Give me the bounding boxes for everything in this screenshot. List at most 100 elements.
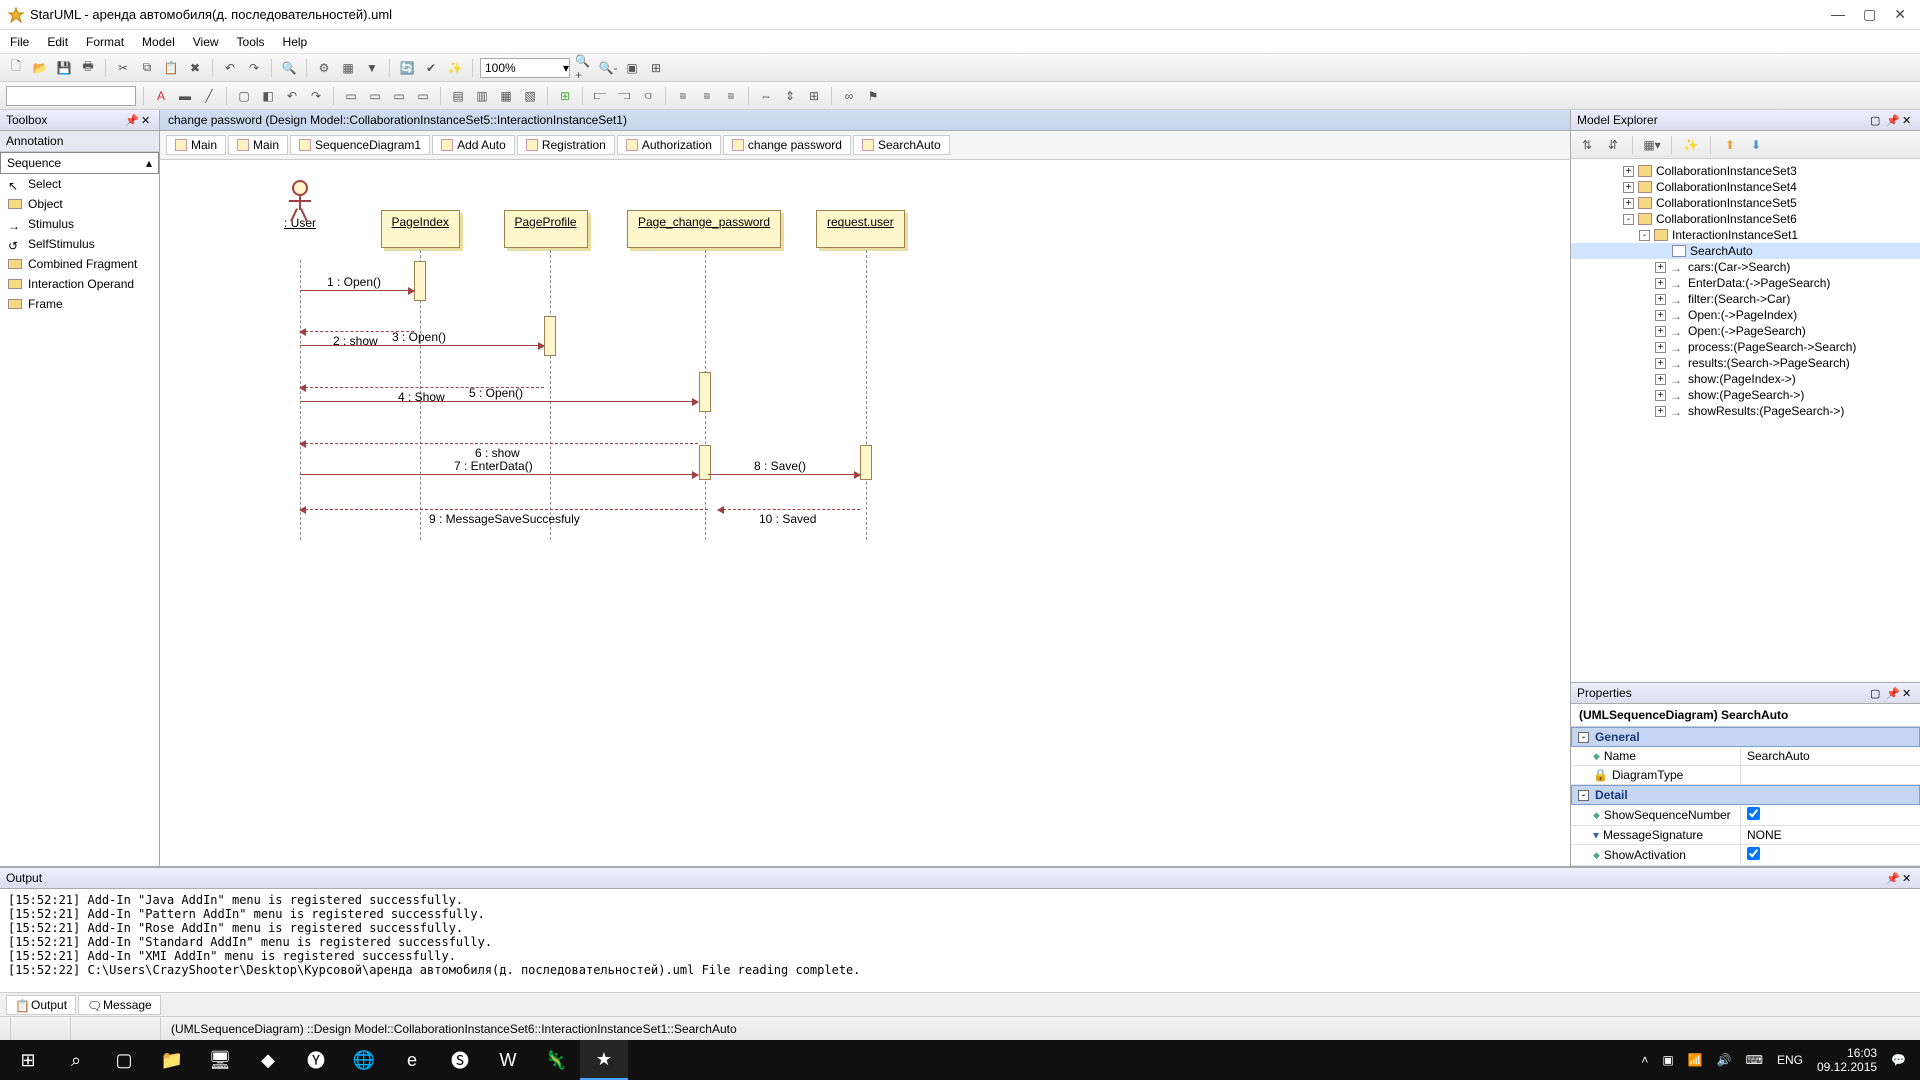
tree-toggle-icon[interactable]: + [1655,310,1666,321]
zoom-combo[interactable]: 100%▾ [480,58,570,78]
tray-clock[interactable]: 16:03 09.12.2015 [1817,1046,1877,1074]
menu-edit[interactable]: Edit [47,35,68,49]
tree-row[interactable]: +CollaborationInstanceSet4 [1571,179,1920,195]
tree-toggle-icon[interactable]: - [1623,214,1634,225]
font-combo[interactable] [6,86,136,106]
al1-icon[interactable]: ⫍ [590,86,610,106]
prop-showactivation[interactable]: ◆ShowActivation [1571,845,1920,866]
layer1-icon[interactable]: ▤ [448,86,468,106]
staruml-task-icon[interactable]: ★ [580,1040,628,1080]
redo-icon[interactable]: ↷ [244,58,264,78]
align1-icon[interactable]: ▢ [234,86,254,106]
tab-searchauto[interactable]: SearchAuto [853,135,950,155]
tree-row[interactable]: +EnterData:(->PageSearch) [1571,275,1920,291]
keyboard-icon[interactable]: ⌨ [1746,1053,1763,1067]
stereo4-icon[interactable]: ▭ [413,86,433,106]
menu-format[interactable]: Format [86,35,124,49]
dist2-icon[interactable]: ⇕ [780,86,800,106]
print-icon[interactable]: 🖶 [78,58,98,78]
tree-row[interactable]: -CollaborationInstanceSet6 [1571,211,1920,227]
new-icon[interactable]: 🗋 [6,58,26,78]
tree-row[interactable]: +showResults:(PageSearch->) [1571,403,1920,419]
pin-icon[interactable]: ▢ [1870,687,1882,700]
wifi-icon[interactable]: 📶 [1688,1053,1703,1067]
menu-help[interactable]: Help [283,35,308,49]
stereo2-icon[interactable]: ▭ [365,86,385,106]
prop-diagramtype[interactable]: 🔒DiagramType [1571,766,1920,785]
app-icon[interactable]: 🌐 [340,1040,388,1080]
tool-object[interactable]: Object [0,194,159,214]
close-icon[interactable]: ✕ [141,114,153,127]
tree-toggle-icon[interactable]: + [1655,262,1666,273]
menu-file[interactable]: File [10,35,29,49]
battery-icon[interactable]: ▣ [1662,1053,1673,1067]
tree-row[interactable]: +show:(PageSearch->) [1571,387,1920,403]
minimize-button[interactable]: — [1831,6,1845,23]
tree-row[interactable]: +Open:(->PageIndex) [1571,307,1920,323]
wand-icon[interactable]: ✨ [445,58,465,78]
undo-icon[interactable]: ↶ [220,58,240,78]
sort1-icon[interactable]: ⇅ [1577,135,1597,155]
pin-icon[interactable]: 📌 [125,114,137,127]
tool-stimulus[interactable]: →Stimulus [0,214,159,234]
cut-icon[interactable]: ✂ [113,58,133,78]
output-tab-output[interactable]: 📋Output [6,995,76,1015]
menu-tools[interactable]: Tools [237,35,265,49]
down-icon[interactable]: ⬇ [1746,135,1766,155]
tree-toggle-icon[interactable]: + [1655,278,1666,289]
al3-icon[interactable]: ⫏ [638,86,658,106]
lang-indicator[interactable]: ENG [1777,1053,1803,1067]
prop-msgsig[interactable]: ▾MessageSignature NONE [1571,826,1920,845]
window-icon[interactable]: ⊞ [646,58,666,78]
taskview-icon[interactable]: ▢ [100,1040,148,1080]
yandex-icon[interactable]: 🅨 [292,1040,340,1080]
pin-icon[interactable]: 📌 [1886,687,1898,700]
notifications-icon[interactable]: 💬 [1891,1053,1906,1067]
tree-toggle-icon[interactable]: + [1655,406,1666,417]
tool-frame[interactable]: Frame [0,294,159,314]
tree-toggle-icon[interactable]: + [1655,358,1666,369]
tree-row[interactable]: +filter:(Search->Car) [1571,291,1920,307]
tree-toggle-icon[interactable]: + [1623,182,1634,193]
layer3-icon[interactable]: ▦ [496,86,516,106]
pin-icon[interactable]: 📌 [1886,872,1898,885]
output-log[interactable]: [15:52:21] Add-In "Java AddIn" menu is r… [0,889,1920,992]
showseq-checkbox[interactable] [1747,807,1760,820]
refresh-icon[interactable]: ✨ [1681,135,1701,155]
menu-view[interactable]: View [193,35,219,49]
prop-name[interactable]: ◆Name SearchAuto [1571,747,1920,766]
zoomin-icon[interactable]: 🔍+ [574,58,594,78]
tree-row[interactable]: SearchAuto [1571,243,1920,259]
tree-row[interactable]: +cars:(Car->Search) [1571,259,1920,275]
tree-toggle-icon[interactable]: + [1655,390,1666,401]
paste-icon[interactable]: 📋 [161,58,181,78]
tool-icon[interactable]: ⚙ [314,58,334,78]
tool-interaction-operand[interactable]: Interaction Operand [0,274,159,294]
size1-icon[interactable]: ∞ [839,86,859,106]
layer2-icon[interactable]: ▥ [472,86,492,106]
font-color-icon[interactable]: A [151,86,171,106]
tree-toggle-icon[interactable]: + [1655,374,1666,385]
chevron-up-icon[interactable]: ˄ [1641,1053,1648,1067]
al6-icon[interactable]: ≡ [721,86,741,106]
al2-icon[interactable]: ⫎ [614,86,634,106]
tool3-icon[interactable]: ▼ [362,58,382,78]
explorer-icon[interactable]: 📁 [148,1040,196,1080]
dist1-icon[interactable]: ⇔ [756,86,776,106]
close-icon[interactable]: ✕ [1902,687,1914,700]
tab-seqdiag1[interactable]: SequenceDiagram1 [290,135,430,155]
tree-row[interactable]: +CollaborationInstanceSet5 [1571,195,1920,211]
tree-row[interactable]: +results:(Search->PageSearch) [1571,355,1920,371]
align3-icon[interactable]: ↶ [282,86,302,106]
menu-model[interactable]: Model [142,35,175,49]
copy-icon[interactable]: ⧉ [137,58,157,78]
search-icon[interactable]: ⌕ [52,1040,100,1080]
align2-icon[interactable]: ◧ [258,86,278,106]
up-icon[interactable]: ⬆ [1720,135,1740,155]
fit-icon[interactable]: ▣ [622,58,642,78]
output-tab-message[interactable]: 🗨Message [78,995,161,1015]
tab-main[interactable]: Main [166,135,226,155]
tree-row[interactable]: +CollaborationInstanceSet3 [1571,163,1920,179]
toolbox-section-annotation[interactable]: Annotation [0,131,159,152]
tree-icon[interactable]: ⊞ [555,86,575,106]
